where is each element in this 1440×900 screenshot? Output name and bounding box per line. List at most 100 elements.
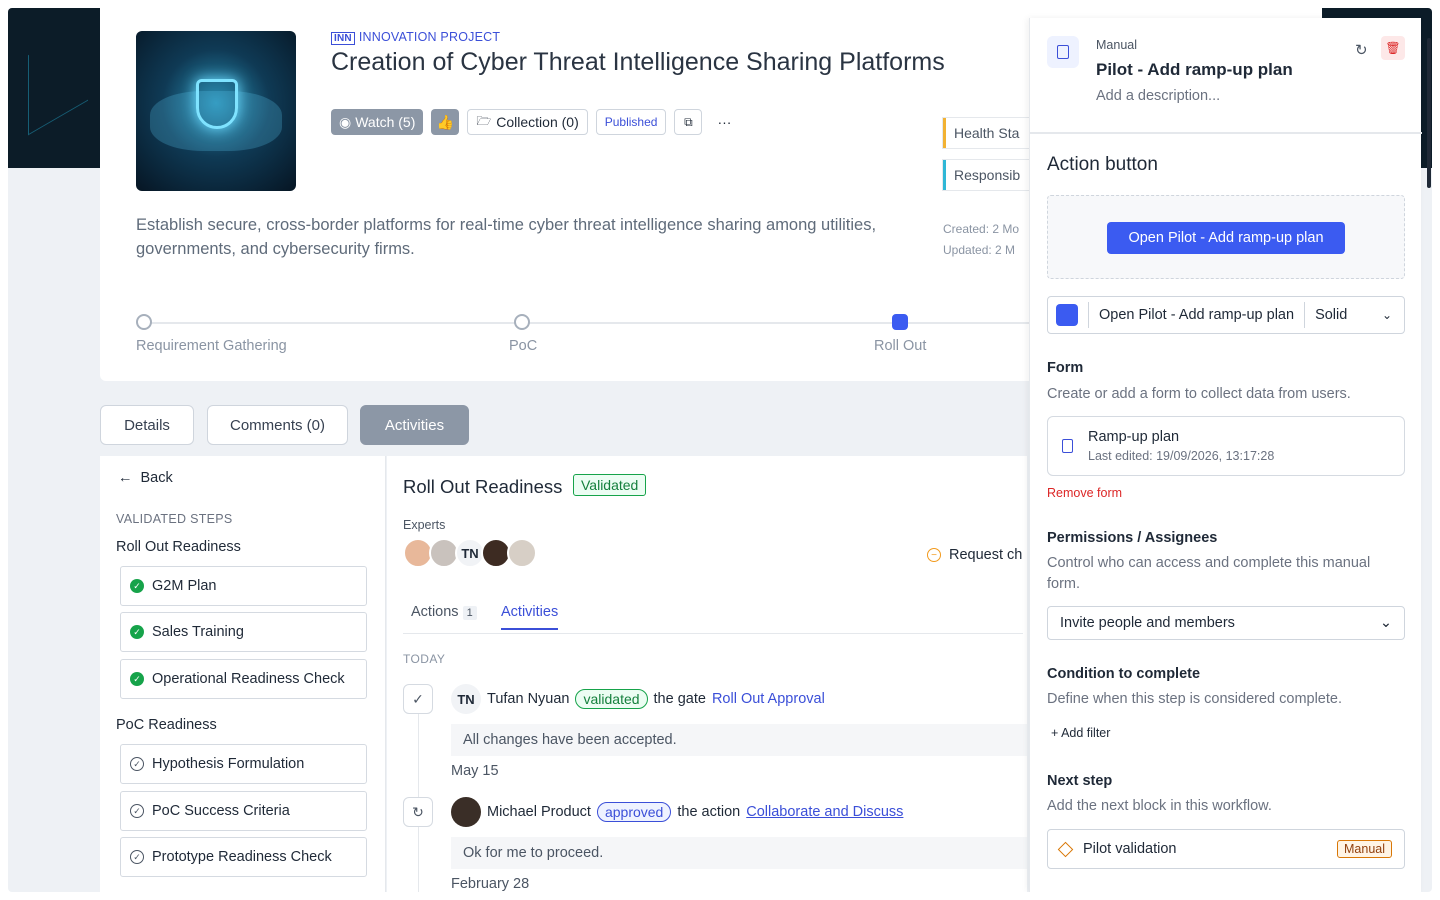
next-step-name: Pilot validation — [1083, 841, 1177, 857]
tab-comments[interactable]: Comments (0) — [207, 405, 348, 445]
step-item[interactable]: ✓ PoC Success Criteria — [120, 791, 367, 831]
subtab-actions[interactable]: Actions 1 — [411, 604, 477, 620]
steps-sidebar: ← Back VALIDATED STEPS Roll Out Readines… — [100, 456, 386, 892]
subtab-activities[interactable]: Activities — [501, 604, 559, 630]
shield-icon — [196, 79, 238, 129]
share-button[interactable]: ⧉ — [674, 109, 703, 135]
next-step-heading: Next step — [1047, 773, 1113, 789]
button-config-row: Open Pilot - Add ramp-up plan Solid ⌄ — [1047, 296, 1405, 334]
activity-user[interactable]: Tufan Nyuan — [487, 691, 569, 707]
step-item[interactable]: ✓ Prototype Readiness Check — [120, 837, 367, 877]
form-description: Create or add a form to collect data fro… — [1047, 386, 1351, 402]
trash-icon[interactable]: 🗑 — [1381, 36, 1405, 60]
activity-target-link[interactable]: Collaborate and Discuss — [746, 804, 903, 820]
chevron-down-icon: ⌄ — [1379, 615, 1392, 631]
button-label-input[interactable]: Open Pilot - Add ramp-up plan — [1099, 307, 1294, 323]
form-card[interactable]: Ramp-up plan Last edited: 19/09/2026, 13… — [1047, 416, 1405, 476]
detail-subtabs: Actions 1 Activities — [403, 596, 1023, 634]
check-circle-icon: ✓ — [403, 684, 433, 714]
updated-date: Updated: 2 M — [943, 243, 1016, 257]
more-button[interactable]: ··· — [710, 109, 738, 135]
collection-button[interactable]: 🗁 Collection (0) — [467, 109, 588, 135]
activity-user[interactable]: Michael Product — [487, 804, 591, 820]
arrow-left-icon: ← — [118, 470, 133, 486]
step-item[interactable]: ✓ G2M Plan — [120, 566, 367, 606]
step-item[interactable]: ✓ Sales Training — [120, 612, 367, 652]
check-circle-icon: ✓ — [130, 672, 144, 686]
diamond-icon — [1057, 841, 1074, 857]
avatar[interactable] — [507, 538, 537, 568]
invite-select[interactable]: Invite people and members ⌄ — [1047, 606, 1405, 640]
permissions-heading: Permissions / Assignees — [1047, 530, 1218, 546]
health-status-tag[interactable]: Health Sta — [943, 118, 1033, 148]
activity-entry: Michael Product approved the action Coll… — [451, 797, 903, 827]
stage-dot-requirement[interactable] — [136, 314, 152, 330]
stage-dot-poc[interactable] — [514, 314, 530, 330]
step-item[interactable]: ✓ Hypothesis Formulation — [120, 744, 367, 784]
today-caption: TODAY — [403, 652, 446, 666]
back-link[interactable]: ← Back — [118, 470, 173, 486]
app-frame: INN INNOVATION PROJECT Creation of Cyber … — [8, 8, 1432, 892]
description-field[interactable]: Add a description... — [1096, 88, 1220, 104]
preview-action-button[interactable]: Open Pilot - Add ramp-up plan — [1107, 222, 1345, 254]
check-circle-outline-icon: ✓ — [130, 757, 144, 771]
step-type-label: Manual — [1096, 38, 1137, 52]
document-icon — [1047, 36, 1079, 68]
created-date: Created: 2 Mo — [943, 222, 1020, 236]
permissions-description: Control who can access and complete this… — [1047, 555, 1371, 592]
project-dates: Created: 2 Mo Updated: 2 M — [943, 219, 1019, 261]
stage-label-rollout[interactable]: Roll Out — [874, 338, 926, 354]
step-item[interactable]: ✓ Operational Readiness Check — [120, 659, 367, 699]
side-tags: Health Sta Responsib — [943, 118, 1033, 202]
step-name[interactable]: Pilot - Add ramp-up plan — [1096, 60, 1293, 80]
step-type-badge: Manual — [1337, 840, 1392, 858]
watch-button[interactable]: ◉ Watch (5) — [331, 109, 424, 135]
form-last-edited: Last edited: 19/09/2026, 13:17:28 — [1088, 449, 1275, 463]
activity-comment: Ok for me to proceed. — [451, 837, 1027, 869]
avatar[interactable] — [451, 797, 481, 827]
form-name: Ramp-up plan — [1088, 429, 1180, 445]
refresh-icon[interactable]: ↻ — [1355, 41, 1368, 59]
stage-label-requirement[interactable]: Requirement Gathering — [136, 338, 287, 354]
experts-label: Experts — [403, 518, 446, 532]
tab-details[interactable]: Details — [100, 405, 194, 445]
scrollbar[interactable] — [1427, 38, 1431, 188]
add-filter-button[interactable]: + Add filter — [1051, 726, 1110, 740]
activity-comment: All changes have been accepted. — [451, 724, 1027, 756]
document-icon — [1062, 439, 1073, 453]
button-style-select[interactable]: Solid — [1315, 307, 1382, 323]
group-title-rollout: Roll Out Readiness — [116, 539, 241, 555]
button-color-swatch[interactable] — [1056, 304, 1078, 326]
step-settings-drawer: Manual Pilot - Add ramp-up plan Add a de… — [1029, 18, 1422, 892]
step-title: Roll Out Readiness — [403, 476, 563, 497]
like-button[interactable]: 👍 — [431, 109, 460, 135]
activity-entry: TN Tufan Nyuan validated the gate Roll O… — [451, 684, 825, 714]
request-change-button[interactable]: − Request ch — [927, 547, 1022, 563]
drawer-header: Manual Pilot - Add ramp-up plan Add a de… — [1030, 18, 1422, 134]
stage-dot-rollout[interactable] — [892, 314, 908, 330]
remove-form-link[interactable]: Remove form — [1047, 486, 1122, 500]
check-circle-outline-icon: ✓ — [130, 804, 144, 818]
next-step-description: Add the next block in this workflow. — [1047, 798, 1272, 814]
activity-date: February 28 — [451, 876, 530, 892]
stage-label-poc[interactable]: PoC — [509, 338, 537, 354]
condition-heading: Condition to complete — [1047, 666, 1201, 682]
project-description: Establish secure, cross-border platforms… — [136, 216, 877, 258]
group-title-poc: PoC Readiness — [116, 717, 217, 733]
project-cover-image — [136, 31, 296, 191]
check-circle-icon: ✓ — [130, 579, 144, 593]
published-badge[interactable]: Published — [595, 109, 667, 135]
activity-target-link[interactable]: Roll Out Approval — [712, 691, 825, 707]
share-icon: ⧉ — [684, 114, 693, 129]
activity-date: May 15 — [451, 763, 499, 779]
tab-activities[interactable]: Activities — [360, 405, 469, 445]
activity-verb-badge: approved — [596, 802, 672, 822]
responsible-tag[interactable]: Responsib — [943, 160, 1033, 190]
next-step-card[interactable]: Pilot validation Manual — [1047, 829, 1405, 869]
clock-icon: − — [927, 548, 941, 562]
avatar[interactable]: TN — [451, 684, 481, 714]
chevron-down-icon[interactable]: ⌄ — [1382, 308, 1392, 322]
more-icon: ··· — [717, 114, 732, 130]
refresh-icon: ↻ — [403, 797, 433, 827]
action-button-heading: Action button — [1047, 154, 1158, 175]
